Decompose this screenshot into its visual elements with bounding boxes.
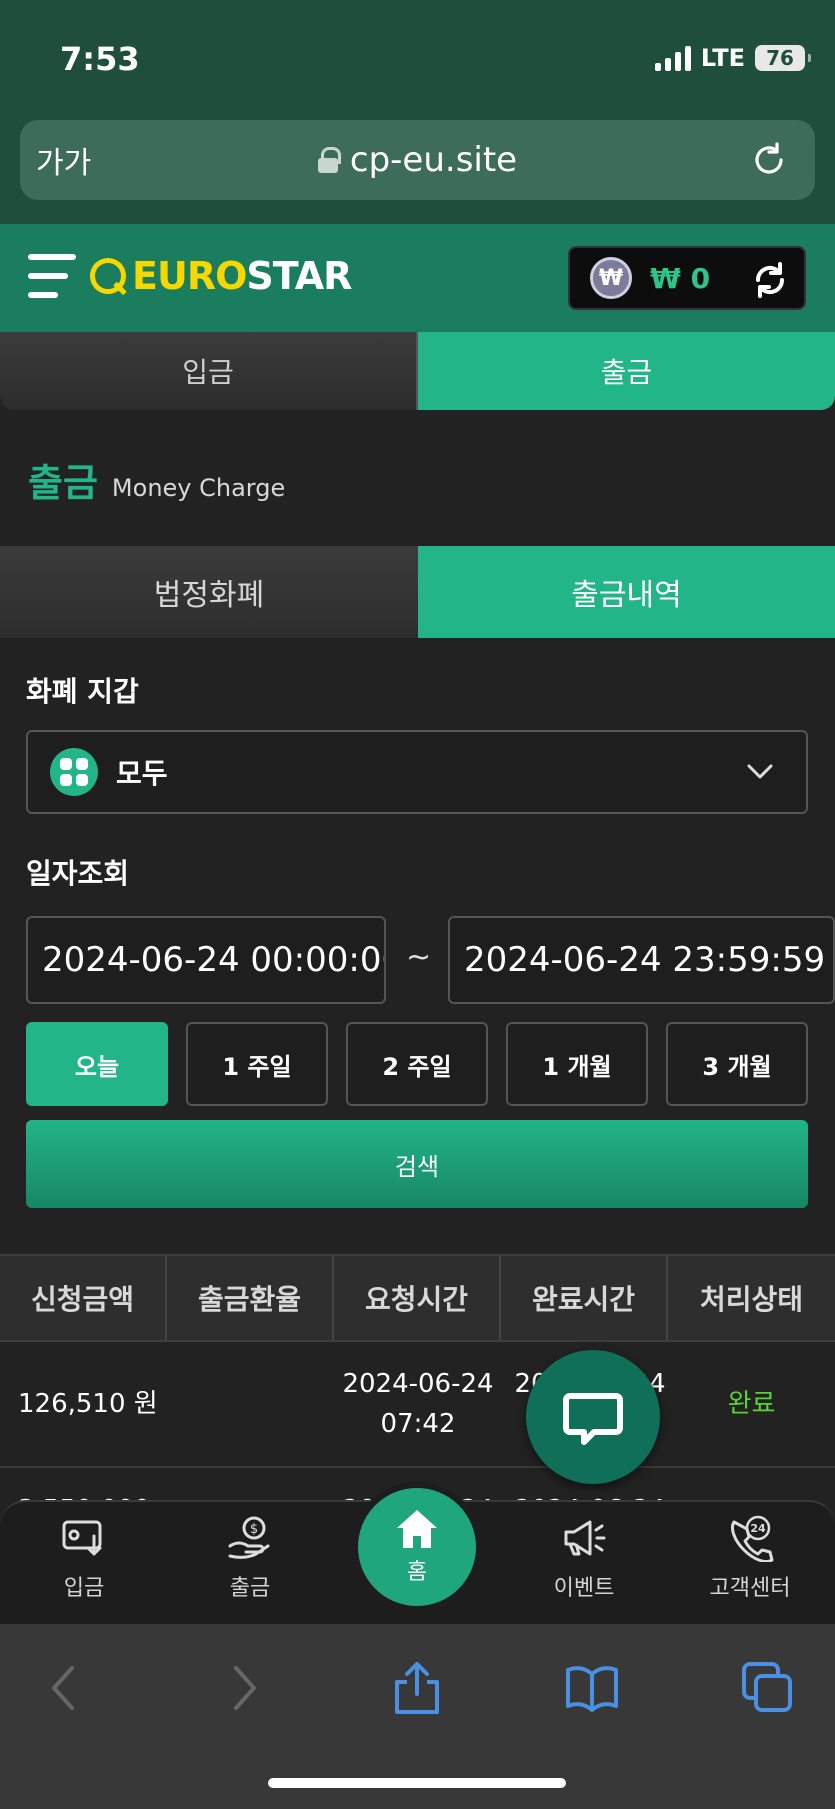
section-title: 출금 Money Charge — [28, 452, 285, 507]
nav-label: 이벤트 — [553, 1576, 615, 1601]
home-icon — [397, 1510, 437, 1548]
range-1month-button[interactable]: 1 개월 — [506, 1022, 648, 1106]
table-row: 126,510 원 2024-06-24 07:42 2024-06-24 완료 — [0, 1344, 835, 1468]
nav-label: 고객센터 — [709, 1576, 791, 1601]
logo[interactable]: EURO STAR — [90, 254, 352, 298]
tabs-icon[interactable] — [740, 1660, 796, 1716]
back-icon[interactable] — [36, 1660, 92, 1716]
app-header: EURO STAR ₩ ₩ 0 — [0, 224, 835, 332]
live-chat-button[interactable] — [526, 1350, 660, 1484]
tab-withdraw[interactable]: 출금 — [416, 332, 835, 410]
nav-label: 입금 — [63, 1576, 105, 1601]
lock-icon — [317, 147, 341, 173]
nav-home[interactable]: 홈 — [352, 1482, 482, 1612]
nav-label: 홈 — [406, 1560, 428, 1585]
url-text: cp-eu.site — [349, 140, 518, 180]
browser-chrome: 7:53 LTE 76 가가 cp-eu.site — [0, 0, 835, 224]
balance-value: ₩ 0 — [650, 261, 711, 295]
date-query-label: 일자조회 — [26, 857, 130, 890]
share-icon[interactable] — [389, 1660, 445, 1716]
nav-event[interactable]: 이벤트 — [524, 1514, 644, 1602]
cell-amount: 126,510 원 — [18, 1389, 158, 1419]
nav-support[interactable]: 24 고객센터 — [690, 1514, 810, 1602]
range-today-button[interactable]: 오늘 — [26, 1022, 168, 1106]
nav-withdraw[interactable]: $ 출금 — [190, 1514, 310, 1602]
main-tabs: 입금 출금 — [0, 332, 835, 410]
range-2week-button[interactable]: 2 주일 — [346, 1022, 488, 1106]
page-subtitle: Money Charge — [111, 474, 286, 502]
tab-deposit[interactable]: 입금 — [0, 332, 416, 410]
nav-label: 출금 — [229, 1576, 271, 1601]
cell-request-date: 2024-06-24 — [342, 1369, 494, 1399]
bookmarks-icon[interactable] — [564, 1660, 620, 1716]
url-bar[interactable]: 가가 cp-eu.site — [20, 120, 815, 200]
logo-euro: EURO — [132, 254, 247, 298]
forward-icon[interactable] — [216, 1660, 272, 1716]
url-display[interactable]: cp-eu.site — [20, 140, 815, 180]
table-header: 신청금액 출금환율 요청시간 완료시간 처리상태 — [0, 1254, 835, 1342]
column-header: 처리상태 — [699, 1283, 804, 1316]
column-header: 출금환율 — [167, 1256, 334, 1340]
cell-request-time: 07:42 — [380, 1409, 456, 1439]
home-indicator — [268, 1778, 566, 1788]
range-1week-button[interactable]: 1 주일 — [186, 1022, 328, 1106]
chevron-down-icon — [747, 764, 773, 779]
network-type: LTE — [700, 44, 745, 72]
signal-icon — [654, 45, 691, 71]
column-header: 요청시간 — [334, 1256, 501, 1340]
chat-bubble-icon — [563, 1393, 623, 1445]
wallet-select[interactable]: 모두 — [26, 730, 808, 814]
search-button[interactable]: 검색 — [26, 1120, 808, 1208]
sub-tabs: 법정화폐 출금내역 — [0, 546, 835, 638]
nav-deposit[interactable]: 입금 — [24, 1514, 144, 1602]
logo-star: STAR — [246, 254, 352, 298]
grid-icon — [50, 748, 98, 796]
won-icon: ₩ — [590, 257, 632, 299]
money-hand-icon: $ — [228, 1516, 270, 1559]
date-separator: ~ — [406, 940, 432, 975]
range-buttons: 오늘 1 주일 2 주일 1 개월 3 개월 — [26, 1022, 808, 1106]
refresh-icon[interactable] — [750, 260, 790, 300]
logo-mark-icon — [90, 258, 126, 294]
balance-box: ₩ ₩ 0 — [568, 246, 806, 310]
svg-text:$: $ — [250, 1522, 258, 1537]
cell-status: 완료 — [727, 1389, 776, 1419]
tab-fiat[interactable]: 법정화폐 — [0, 546, 418, 638]
battery-icon: 76 — [755, 45, 811, 71]
start-date-input[interactable]: 2024-06-24 00:00:00 — [26, 916, 386, 1004]
svg-text:24: 24 — [750, 1522, 766, 1535]
column-header: 완료시간 — [501, 1256, 668, 1340]
support-24-icon: 24 — [730, 1515, 774, 1562]
page-title: 출금 — [28, 461, 98, 505]
status-time: 7:53 — [60, 40, 140, 78]
deposit-icon — [62, 1520, 102, 1556]
column-header: 신청금액 — [0, 1256, 167, 1340]
wallet-selected-value: 모두 — [116, 757, 168, 790]
megaphone-icon — [564, 1520, 606, 1556]
reload-icon[interactable] — [751, 142, 787, 178]
end-date-input[interactable]: 2024-06-24 23:59:59 — [448, 916, 835, 1004]
tab-withdraw-history[interactable]: 출금내역 — [418, 546, 835, 638]
range-3month-button[interactable]: 3 개월 — [666, 1022, 808, 1106]
wallet-label: 화폐 지갑 — [26, 675, 139, 708]
status-indicators: LTE 76 — [654, 44, 811, 72]
menu-icon[interactable] — [28, 254, 76, 298]
